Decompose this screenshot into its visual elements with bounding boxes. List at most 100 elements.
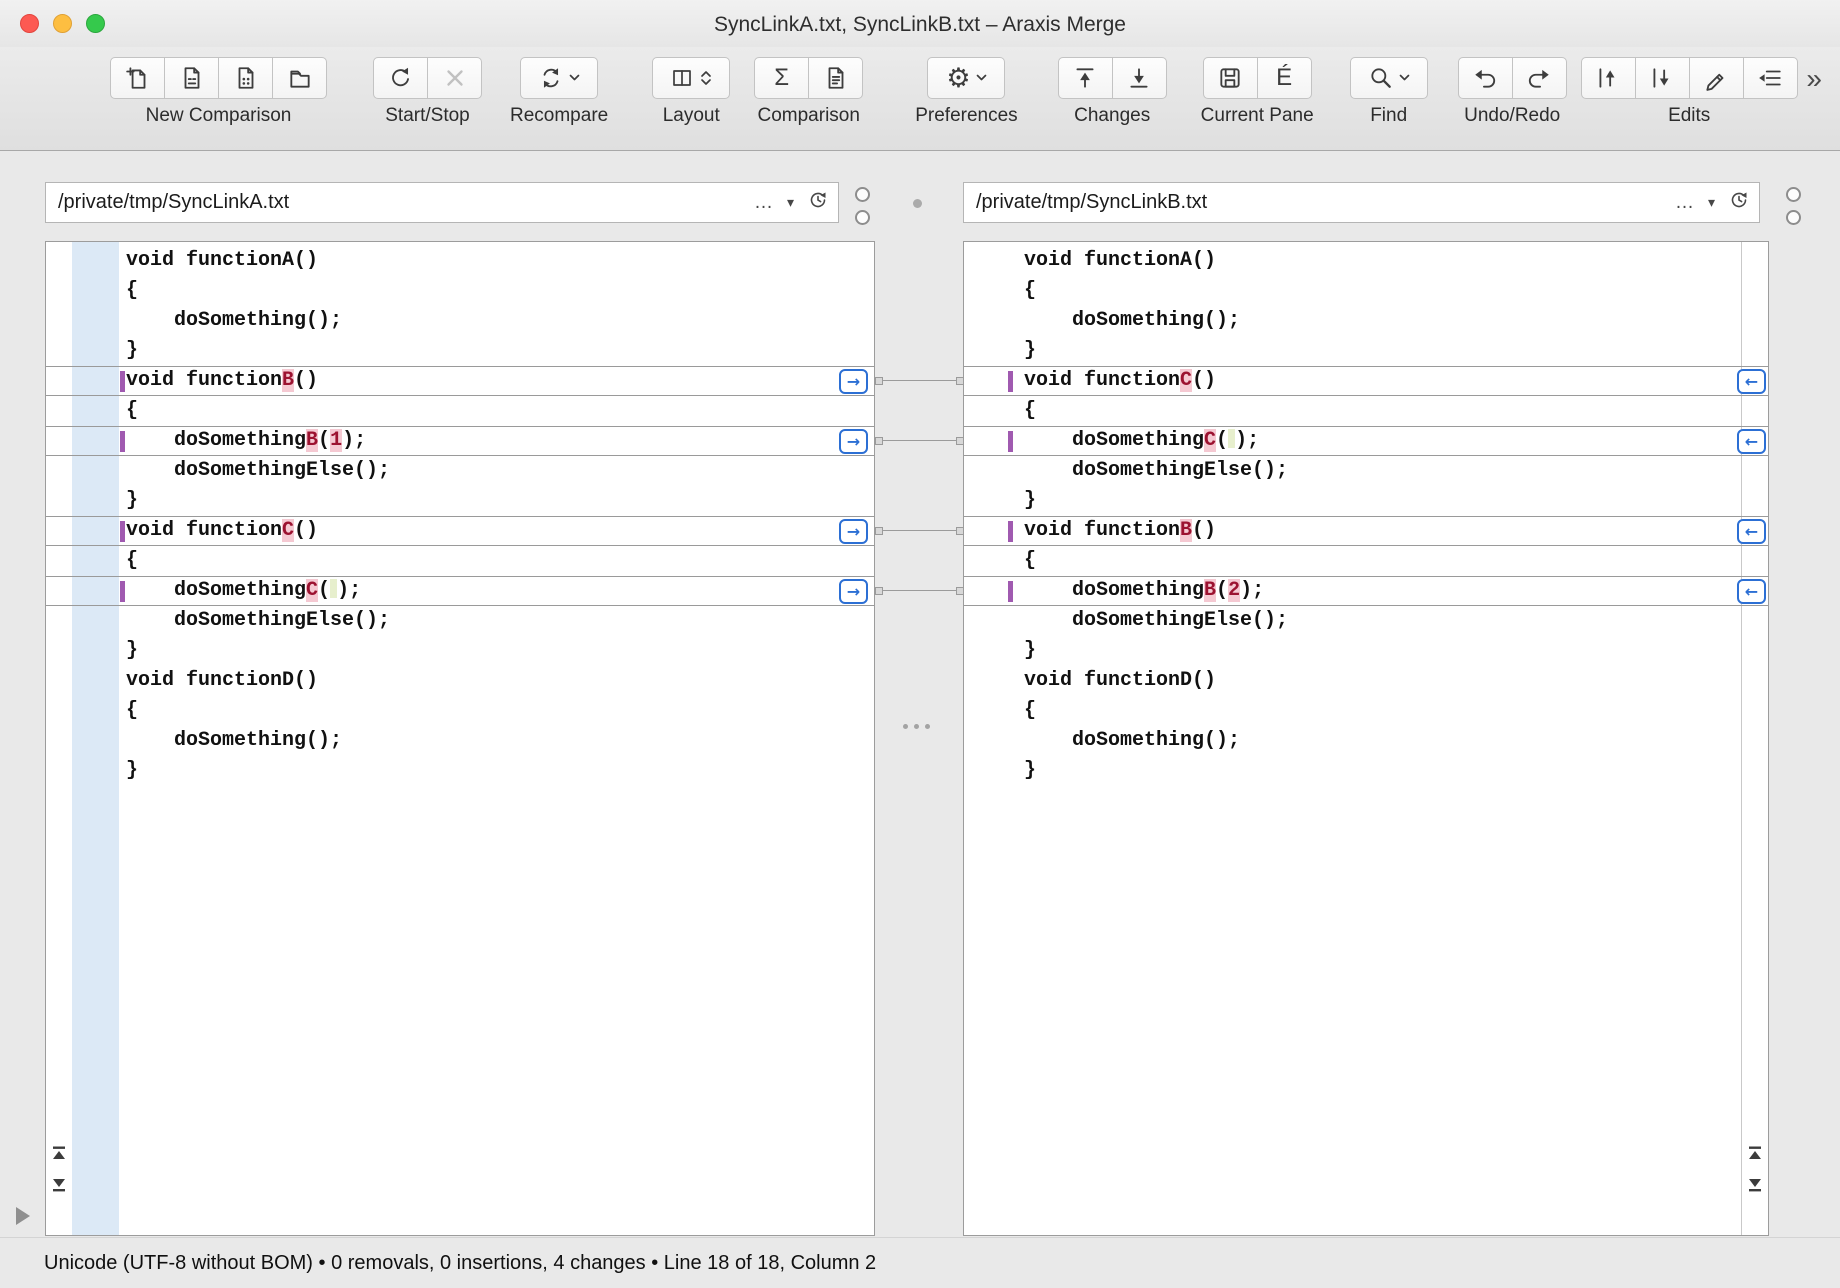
path-more-button[interactable]: … (754, 192, 773, 214)
link-anchor-ring (855, 187, 870, 202)
recompare-icon (538, 65, 564, 91)
path-dropdown-button[interactable]: ▾ (787, 194, 794, 211)
code-text: doSomethingB(1); (126, 429, 366, 452)
scroll-top-icon (50, 1145, 68, 1161)
edits-move-up-button[interactable] (1581, 57, 1636, 99)
encoding-icon: É (1276, 66, 1292, 90)
redo-icon (1526, 65, 1552, 91)
history-clock-icon (1729, 190, 1749, 210)
status-panel-toggle[interactable] (16, 1207, 30, 1225)
merge-to-left-button[interactable]: ← (1737, 519, 1766, 544)
path-history-button[interactable] (1729, 190, 1749, 216)
toolbar-group-recompare: Recompare (510, 57, 608, 127)
stop-icon (442, 65, 468, 91)
text-encoding-button[interactable]: É (1257, 57, 1312, 99)
left-path-field[interactable]: /private/tmp/SyncLinkA.txt … ▾ (45, 182, 839, 223)
toolbar-group-edits: Edits (1581, 57, 1798, 127)
right-pane-editor[interactable]: void functionA(){ doSomething();}void fu… (964, 242, 1768, 786)
new-image-comparison-icon (233, 65, 259, 91)
changed-code-line: void functionC() → (46, 516, 874, 546)
code-text: void functionD() (1024, 669, 1216, 692)
redo-button[interactable] (1512, 57, 1567, 99)
stop-comparison-button[interactable] (427, 57, 482, 99)
right-path-field[interactable]: /private/tmp/SyncLinkB.txt … ▾ (963, 182, 1760, 223)
path-history-button[interactable] (808, 190, 828, 216)
path-dropdown-button[interactable]: ▾ (1708, 194, 1715, 211)
merge-to-left-button[interactable]: ← (1737, 429, 1766, 454)
code-text: void functionA() (126, 249, 318, 272)
layout-button[interactable] (652, 57, 730, 99)
toolbar-group-label: Comparison (758, 105, 860, 127)
merge-to-right-button[interactable]: → (839, 369, 868, 394)
merge-to-left-button[interactable]: ← (1737, 579, 1766, 604)
toolbar-group-label: Layout (663, 105, 720, 127)
left-pane-editor[interactable]: void functionA(){ doSomething();}void fu… (46, 242, 874, 786)
right-pane-scroll-buttons (1746, 1145, 1764, 1193)
code-text: { (1024, 549, 1036, 572)
new-text-comparison-icon (125, 65, 151, 91)
scroll-to-top-button[interactable] (50, 1145, 68, 1161)
code-line: { (964, 276, 1768, 306)
code-line: { (46, 396, 874, 426)
code-line: void functionA() (46, 246, 874, 276)
merge-to-left-button[interactable]: ← (1737, 369, 1766, 394)
toolbar-group-label: New Comparison (146, 105, 292, 127)
scroll-to-bottom-button[interactable] (50, 1177, 68, 1193)
code-line: } (46, 636, 874, 666)
next-change-button[interactable] (1112, 57, 1167, 99)
code-text: { (126, 399, 138, 422)
code-text: { (1024, 279, 1036, 302)
code-line: } (46, 336, 874, 366)
scroll-to-top-button[interactable] (1746, 1145, 1764, 1161)
comparison-summary-button[interactable]: Σ (754, 57, 809, 99)
move-lines-up-icon (1595, 65, 1621, 91)
new-folder-comparison-button[interactable] (272, 57, 327, 99)
save-icon (1217, 65, 1243, 91)
new-text-comparison-button[interactable] (110, 57, 165, 99)
code-text: doSomething(); (126, 309, 342, 332)
change-link-line (876, 380, 963, 381)
code-text: { (1024, 399, 1036, 422)
edits-move-down-button[interactable] (1635, 57, 1690, 99)
save-button[interactable] (1203, 57, 1258, 99)
toolbar-overflow-button[interactable]: » (1806, 65, 1822, 93)
code-text: void functionC() (126, 519, 318, 542)
code-line: void functionD() (46, 666, 874, 696)
code-text: void functionC() (1024, 369, 1216, 392)
chevron-down-icon (976, 74, 987, 82)
edits-align-button[interactable] (1743, 57, 1798, 99)
status-bar: Unicode (UTF-8 without BOM) • 0 removals… (0, 1237, 1840, 1288)
undo-button[interactable] (1458, 57, 1513, 99)
find-button[interactable] (1350, 57, 1428, 99)
recompare-button[interactable] (520, 57, 598, 99)
edit-pencil-icon (1703, 65, 1729, 91)
merge-to-right-button[interactable]: → (839, 579, 868, 604)
change-marker (1008, 581, 1013, 602)
merge-to-right-button[interactable]: → (839, 519, 868, 544)
left-file-pane: void functionA(){ doSomething();}void fu… (45, 241, 875, 1236)
start-comparison-button[interactable] (373, 57, 428, 99)
new-image-comparison-button[interactable] (218, 57, 273, 99)
new-binary-comparison-button[interactable] (164, 57, 219, 99)
window-title: SyncLinkA.txt, SyncLinkB.txt – Araxis Me… (0, 0, 1840, 47)
code-line: } (46, 756, 874, 786)
move-lines-down-icon (1649, 65, 1675, 91)
toolbar-group-start-stop: Start/Stop (373, 57, 482, 127)
start-icon (388, 65, 414, 91)
changed-code-line: void functionB()← (964, 516, 1768, 546)
scroll-top-icon (1746, 1145, 1764, 1161)
merge-to-right-button[interactable]: → (839, 429, 868, 454)
gutter-dot (913, 199, 922, 208)
code-line: doSomethingElse(); (964, 606, 1768, 636)
code-text: void functionB() (126, 369, 318, 392)
edits-edit-button[interactable] (1689, 57, 1744, 99)
center-splitter-grip[interactable] (903, 724, 930, 729)
comparison-report-button[interactable] (808, 57, 863, 99)
scroll-to-bottom-button[interactable] (1746, 1177, 1764, 1193)
previous-change-button[interactable] (1058, 57, 1113, 99)
preferences-button[interactable]: ⚙ (927, 57, 1005, 99)
code-text: void functionA() (1024, 249, 1216, 272)
code-line: doSomething(); (46, 306, 874, 336)
path-more-button[interactable]: … (1675, 192, 1694, 214)
code-text: doSomethingC(); (1024, 429, 1259, 452)
